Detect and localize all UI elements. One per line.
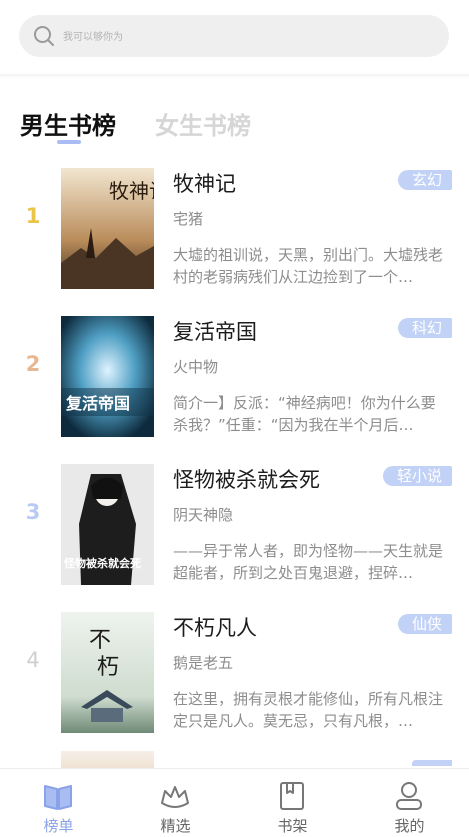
search-placeholder: 我可以够你为 [63,32,123,43]
book-cover[interactable]: 牧神记 [61,168,154,289]
nav-item-bookshelf[interactable]: 书架 [234,769,351,837]
book-item[interactable]: 4 不 朽 不朽凡人 仙侠 鹅是老五 在这里，拥有灵根才能修仙，所有凡根注定只是… [0,604,469,752]
user-icon [396,782,422,810]
rank-number: 3 [25,500,41,524]
genre-tag-partial [412,760,452,766]
bookshelf-icon [280,782,304,810]
book-cover[interactable]: 怪物被杀就会死 [61,464,154,585]
tab-female-ranking[interactable]: 女生书榜 [155,106,251,141]
header-divider [0,74,469,78]
search-icon [34,26,54,46]
nav-item-ranking[interactable]: 榜单 [0,769,117,837]
nav-label: 精选 [160,817,191,835]
svg-text:怪物被杀就会死: 怪物被杀就会死 [64,556,141,570]
svg-text:朽: 朽 [97,655,119,680]
book-description: ——异于常人者，即为怪物——天生就是超能者，所到之处百鬼退避，捏碎… [173,542,444,582]
book-item[interactable]: 3 怪物被杀就会死 怪物被杀就会死 轻小说 阴天神隐 ——异于常人者，即为怪物—… [0,456,469,604]
book-author: 宅猪 [173,210,204,228]
book-cover[interactable]: 不 朽 [61,612,154,733]
nav-label: 我的 [394,817,425,835]
rank-number: 1 [25,204,41,228]
rank-number: 4 [26,648,40,672]
tab-male-ranking[interactable]: 男生书榜 [20,106,116,141]
genre-tag: 仙侠 [397,614,452,634]
book-cover[interactable]: 复活帝国 [61,316,154,437]
book-open-icon [44,785,72,810]
book-title[interactable]: 复活帝国 [173,316,257,346]
book-author: 鹅是老五 [173,654,234,672]
book-description: 在这里，拥有灵根才能修仙，所有凡根注定只是凡人。莫无忌，只有凡根，… [173,690,444,730]
book-author: 火中物 [173,358,219,376]
book-author: 阴天神隐 [173,506,234,524]
crown-icon [161,786,189,808]
nav-label: 榜单 [43,817,74,835]
nav-label: 书架 [277,817,308,835]
tab-active-indicator [57,140,81,144]
genre-tag: 玄幻 [397,170,452,190]
cover-title: 牧神记 [109,179,154,203]
book-description: 简介一】反派：“神经病吧！你为什么要杀我？”任重：“因为我在半个月后… [173,394,436,434]
book-item[interactable]: 1 牧神记 牧神记 玄幻 宅猪 大墟的祖训说，天黑，别出门。大墟残老村的老弱病残… [0,160,469,308]
book-title[interactable]: 牧神记 [173,168,236,198]
search-bar[interactable]: 我可以够你为 [19,15,449,57]
genre-tag: 轻小说 [382,466,452,486]
book-description: 大墟的祖训说，天黑，别出门。大墟残老村的老弱病残们从江边捡到了一个… [173,246,444,286]
book-item[interactable]: 2 复活帝国 复活帝国 科幻 火中物 简介一】反派：“神经病吧！你为什么要杀我？… [0,308,469,456]
book-title[interactable]: 怪物被杀就会死 [173,464,320,494]
book-title[interactable]: 不朽凡人 [173,612,257,642]
rank-number: 2 [25,352,41,376]
search-header: 我可以够你为 [0,0,469,74]
bottom-nav: 榜单 精选 书架 我的 [0,768,469,837]
svg-text:复活帝国: 复活帝国 [65,394,130,413]
genre-tag: 科幻 [397,318,452,338]
svg-text:不: 不 [89,628,111,653]
nav-item-profile[interactable]: 我的 [351,769,468,837]
nav-item-featured[interactable]: 精选 [117,769,234,837]
